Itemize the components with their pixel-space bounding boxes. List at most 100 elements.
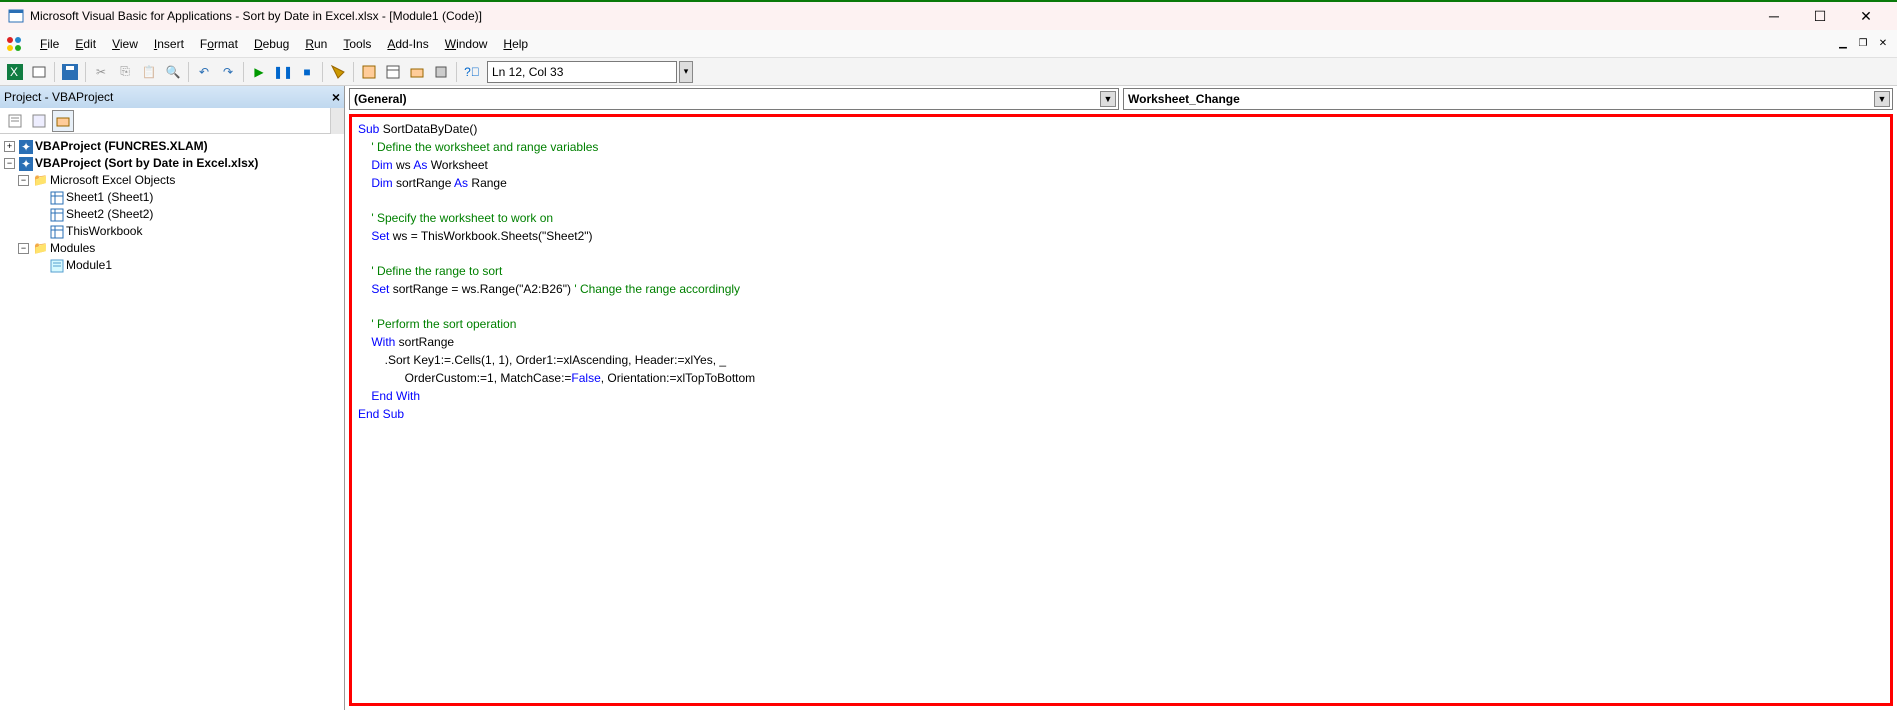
window-title: Microsoft Visual Basic for Applications … bbox=[30, 9, 1751, 23]
vba-project-icon: ✦ bbox=[19, 140, 33, 154]
worksheet-icon bbox=[50, 191, 64, 205]
tree-label: Sheet1 (Sheet1) bbox=[66, 189, 153, 206]
code-editor[interactable]: Sub SortDataByDate() ' Define the worksh… bbox=[349, 114, 1893, 706]
copy-icon[interactable]: ⎘ bbox=[114, 61, 136, 83]
mdi-restore[interactable]: ❐ bbox=[1855, 36, 1871, 52]
svg-text:✦: ✦ bbox=[21, 140, 31, 154]
expand-icon[interactable]: + bbox=[4, 141, 15, 152]
properties-icon[interactable] bbox=[382, 61, 404, 83]
save-icon[interactable] bbox=[59, 61, 81, 83]
mdi-controls: ▁ ❐ ✕ bbox=[1835, 36, 1891, 52]
collapse-icon[interactable]: − bbox=[4, 158, 15, 169]
worksheet-icon bbox=[50, 208, 64, 222]
menu-edit[interactable]: Edit bbox=[67, 33, 104, 55]
project-explorer: Project - VBAProject × + ✦ VBAProject (F… bbox=[0, 86, 345, 710]
project-explorer-title: Project - VBAProject bbox=[4, 90, 113, 104]
svg-text:✦: ✦ bbox=[21, 157, 31, 171]
undo-icon[interactable]: ↶ bbox=[193, 61, 215, 83]
redo-icon[interactable]: ↷ bbox=[217, 61, 239, 83]
tree-project-sortbydate[interactable]: − ✦ VBAProject (Sort by Date in Excel.xl… bbox=[4, 155, 342, 172]
toolbox-icon[interactable] bbox=[430, 61, 452, 83]
menu-format[interactable]: Format bbox=[192, 33, 246, 55]
tree-label: ThisWorkbook bbox=[66, 223, 142, 240]
cursor-position: Ln 12, Col 33 bbox=[487, 61, 677, 83]
tree-module1[interactable]: Module1 bbox=[50, 257, 342, 274]
menu-file[interactable]: File bbox=[32, 33, 67, 55]
code-area: (General) ▼ Worksheet_Change ▼ Sub SortD… bbox=[345, 86, 1897, 710]
menubar: File Edit View Insert Format Debug Run T… bbox=[0, 30, 1897, 58]
code-dropdowns: (General) ▼ Worksheet_Change ▼ bbox=[345, 88, 1897, 110]
tree-sheet1[interactable]: Sheet1 (Sheet1) bbox=[50, 189, 342, 206]
menu-insert[interactable]: Insert bbox=[146, 33, 192, 55]
separator bbox=[322, 62, 323, 82]
project-tree[interactable]: + ✦ VBAProject (FUNCRES.XLAM) − ✦ VBAPro… bbox=[0, 134, 344, 710]
tree-label: Module1 bbox=[66, 257, 112, 274]
vba-menu-icon bbox=[4, 34, 24, 54]
project-explorer-header: Project - VBAProject × bbox=[0, 86, 344, 108]
separator bbox=[243, 62, 244, 82]
tree-label: VBAProject (Sort by Date in Excel.xlsx) bbox=[35, 155, 258, 172]
object-browser-icon[interactable] bbox=[406, 61, 428, 83]
folder-icon: 📁 bbox=[33, 172, 48, 189]
break-icon[interactable]: ❚❚ bbox=[272, 61, 294, 83]
project-explorer-icon[interactable] bbox=[358, 61, 380, 83]
vba-app-icon bbox=[8, 8, 24, 24]
view-excel-icon[interactable]: X bbox=[4, 61, 26, 83]
find-icon[interactable]: 🔍 bbox=[162, 61, 184, 83]
procedure-dropdown[interactable]: Worksheet_Change ▼ bbox=[1123, 88, 1893, 110]
menu-run[interactable]: Run bbox=[297, 33, 335, 55]
cut-icon[interactable]: ✂ bbox=[90, 61, 112, 83]
run-icon[interactable]: ▶ bbox=[248, 61, 270, 83]
module-icon bbox=[50, 259, 64, 273]
minimize-button[interactable]: ─ bbox=[1751, 1, 1797, 31]
menu-view[interactable]: View bbox=[104, 33, 146, 55]
separator bbox=[85, 62, 86, 82]
menu-help[interactable]: Help bbox=[495, 33, 536, 55]
help-icon[interactable]: ?⃝ bbox=[461, 61, 483, 83]
tree-folder-modules[interactable]: − 📁 Modules bbox=[18, 240, 342, 257]
tree-label: VBAProject (FUNCRES.XLAM) bbox=[35, 138, 208, 155]
design-mode-icon[interactable] bbox=[327, 61, 349, 83]
toggle-folders-icon[interactable] bbox=[52, 110, 74, 132]
mdi-close[interactable]: ✕ bbox=[1875, 36, 1891, 52]
tree-thisworkbook[interactable]: ThisWorkbook bbox=[50, 223, 342, 240]
tree-label: Sheet2 (Sheet2) bbox=[66, 206, 153, 223]
insert-item-icon[interactable] bbox=[28, 61, 50, 83]
view-code-icon[interactable] bbox=[4, 110, 26, 132]
code-content[interactable]: Sub SortDataByDate() ' Define the worksh… bbox=[358, 121, 1884, 424]
separator bbox=[54, 62, 55, 82]
toolbar: X ✂ ⎘ 📋 🔍 ↶ ↷ ▶ ❚❚ ■ ?⃝ Ln 12, Col 33 ▾ bbox=[0, 58, 1897, 86]
folder-icon: 📁 bbox=[33, 240, 48, 257]
view-object-icon[interactable] bbox=[28, 110, 50, 132]
menu-window[interactable]: Window bbox=[437, 33, 496, 55]
collapse-icon[interactable]: − bbox=[18, 175, 29, 186]
reset-icon[interactable]: ■ bbox=[296, 61, 318, 83]
maximize-button[interactable]: ☐ bbox=[1797, 1, 1843, 31]
object-dropdown[interactable]: (General) ▼ bbox=[349, 88, 1119, 110]
project-explorer-close[interactable]: × bbox=[332, 89, 340, 105]
menu-debug[interactable]: Debug bbox=[246, 33, 297, 55]
separator bbox=[456, 62, 457, 82]
separator bbox=[188, 62, 189, 82]
menu-addins[interactable]: Add-Ins bbox=[379, 33, 436, 55]
window-controls: ─ ☐ ✕ bbox=[1751, 1, 1889, 31]
paste-icon[interactable]: 📋 bbox=[138, 61, 160, 83]
tree-project-funcres[interactable]: + ✦ VBAProject (FUNCRES.XLAM) bbox=[4, 138, 342, 155]
main-split: Project - VBAProject × + ✦ VBAProject (F… bbox=[0, 86, 1897, 710]
close-button[interactable]: ✕ bbox=[1843, 1, 1889, 31]
chevron-down-icon[interactable]: ▼ bbox=[1100, 91, 1116, 107]
collapse-icon[interactable]: − bbox=[18, 243, 29, 254]
menu-tools[interactable]: Tools bbox=[335, 33, 379, 55]
tree-folder-excel-objects[interactable]: − 📁 Microsoft Excel Objects bbox=[18, 172, 342, 189]
separator bbox=[353, 62, 354, 82]
chevron-down-icon[interactable]: ▼ bbox=[1874, 91, 1890, 107]
project-toolbar-scroll bbox=[330, 108, 344, 134]
procedure-dropdown-value: Worksheet_Change bbox=[1128, 92, 1240, 106]
toolbar-dropdown-handle[interactable]: ▾ bbox=[679, 61, 693, 83]
tree-label: Microsoft Excel Objects bbox=[50, 172, 175, 189]
tree-label: Modules bbox=[50, 240, 95, 257]
svg-text:X: X bbox=[10, 65, 18, 79]
project-toolbar bbox=[0, 108, 344, 134]
tree-sheet2[interactable]: Sheet2 (Sheet2) bbox=[50, 206, 342, 223]
mdi-minimize[interactable]: ▁ bbox=[1835, 36, 1851, 52]
